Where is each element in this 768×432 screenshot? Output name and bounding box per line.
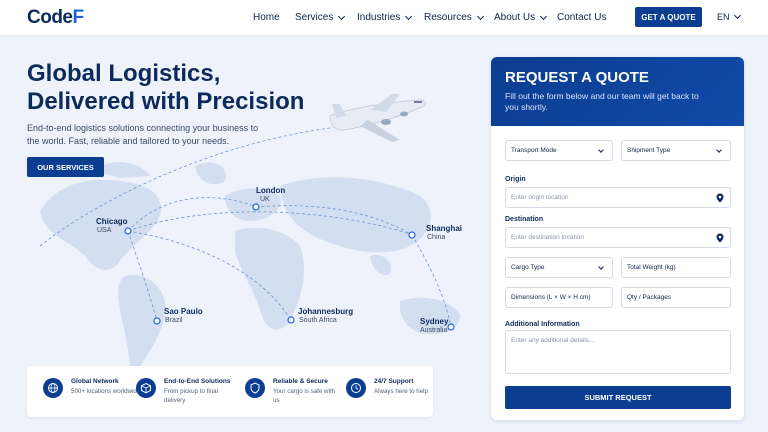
chevron-down-icon bbox=[598, 147, 604, 153]
clock-icon bbox=[346, 378, 366, 398]
city-label-johannesburg: Johannesburg bbox=[298, 307, 354, 316]
chevron-down-icon bbox=[716, 147, 722, 153]
nav-home[interactable]: Home bbox=[253, 12, 280, 23]
submit-request-button[interactable]: SUBMIT REQUEST bbox=[505, 386, 731, 409]
shield-icon bbox=[245, 378, 265, 398]
shipment-type-select[interactable]: Shipment Type bbox=[621, 140, 731, 161]
city-country-sydney: Australia bbox=[420, 327, 448, 334]
chevron-down-icon bbox=[405, 12, 413, 20]
nav-industries[interactable]: Industries bbox=[357, 12, 413, 23]
total-weight-input[interactable]: Total Weight (kg) bbox=[621, 257, 731, 278]
city-label-chicago: Chicago bbox=[96, 217, 128, 226]
destination-label: Destination bbox=[505, 216, 544, 223]
form-title: REQUEST A QUOTE bbox=[505, 69, 649, 86]
city-label-london: London bbox=[256, 186, 286, 195]
package-icon bbox=[136, 378, 156, 398]
features-bar: Global Network 500+ locations worldwide … bbox=[27, 366, 433, 417]
get-quote-button[interactable]: GET A QUOTE bbox=[635, 7, 702, 27]
nav-resources[interactable]: Resources bbox=[424, 12, 484, 23]
city-country-london: UK bbox=[260, 196, 270, 203]
top-nav: CodeF Home Services Industries Resources… bbox=[0, 0, 768, 36]
origin-input[interactable]: Enter origin location bbox=[505, 187, 731, 208]
origin-label: Origin bbox=[505, 176, 526, 183]
form-header: REQUEST A QUOTE Fill out the form below … bbox=[491, 57, 744, 126]
chevron-down-icon bbox=[733, 11, 741, 20]
city-label-shanghai: Shanghai bbox=[426, 224, 463, 233]
form-description: Fill out the form below and our team wil… bbox=[505, 91, 699, 112]
destination-input[interactable]: Enter destination location bbox=[505, 227, 731, 248]
nav-about[interactable]: About Us bbox=[494, 12, 548, 23]
hero-title: Global Logistics, Delivered with Precisi… bbox=[27, 60, 305, 115]
quote-form: REQUEST A QUOTE Fill out the form below … bbox=[491, 57, 744, 420]
city-country-chicago: USA bbox=[97, 227, 112, 234]
city-country-shanghai: China bbox=[427, 234, 446, 241]
nav-services[interactable]: Services bbox=[295, 12, 346, 23]
location-pin-icon bbox=[716, 233, 724, 243]
city-country-sao-paulo: Brazil bbox=[165, 317, 183, 324]
chevron-down-icon bbox=[598, 264, 604, 270]
qty-packages-input[interactable]: Qty / Packages bbox=[621, 287, 731, 308]
city-label-sao-paulo: Sao Paulo bbox=[164, 307, 203, 316]
logo[interactable]: CodeF bbox=[27, 7, 84, 29]
location-pin-icon bbox=[716, 193, 724, 203]
transport-mode-select[interactable]: Transport Mode bbox=[505, 140, 613, 161]
language-selector[interactable]: EN bbox=[717, 11, 741, 22]
dimensions-input[interactable]: Dimensions (L × W × H cm) bbox=[505, 287, 613, 308]
additional-info-textarea[interactable]: Enter any additional details... bbox=[505, 330, 731, 374]
chevron-down-icon bbox=[476, 12, 484, 20]
map-continents bbox=[40, 161, 461, 366]
our-services-button[interactable]: OUR SERVICES bbox=[27, 157, 104, 177]
hero-subtitle: End-to-end logistics solutions connectin… bbox=[27, 123, 259, 146]
city-country-johannesburg: South Africa bbox=[299, 317, 337, 324]
cargo-type-select[interactable]: Cargo Type bbox=[505, 257, 613, 278]
chevron-down-icon bbox=[540, 12, 548, 20]
nav-contact[interactable]: Contact Us bbox=[557, 12, 606, 23]
city-label-sydney: Sydney bbox=[420, 317, 449, 326]
additional-info-label: Additional Information bbox=[505, 321, 580, 328]
chevron-down-icon bbox=[338, 12, 346, 20]
globe-icon bbox=[43, 378, 63, 398]
airplane-icon bbox=[329, 94, 426, 142]
